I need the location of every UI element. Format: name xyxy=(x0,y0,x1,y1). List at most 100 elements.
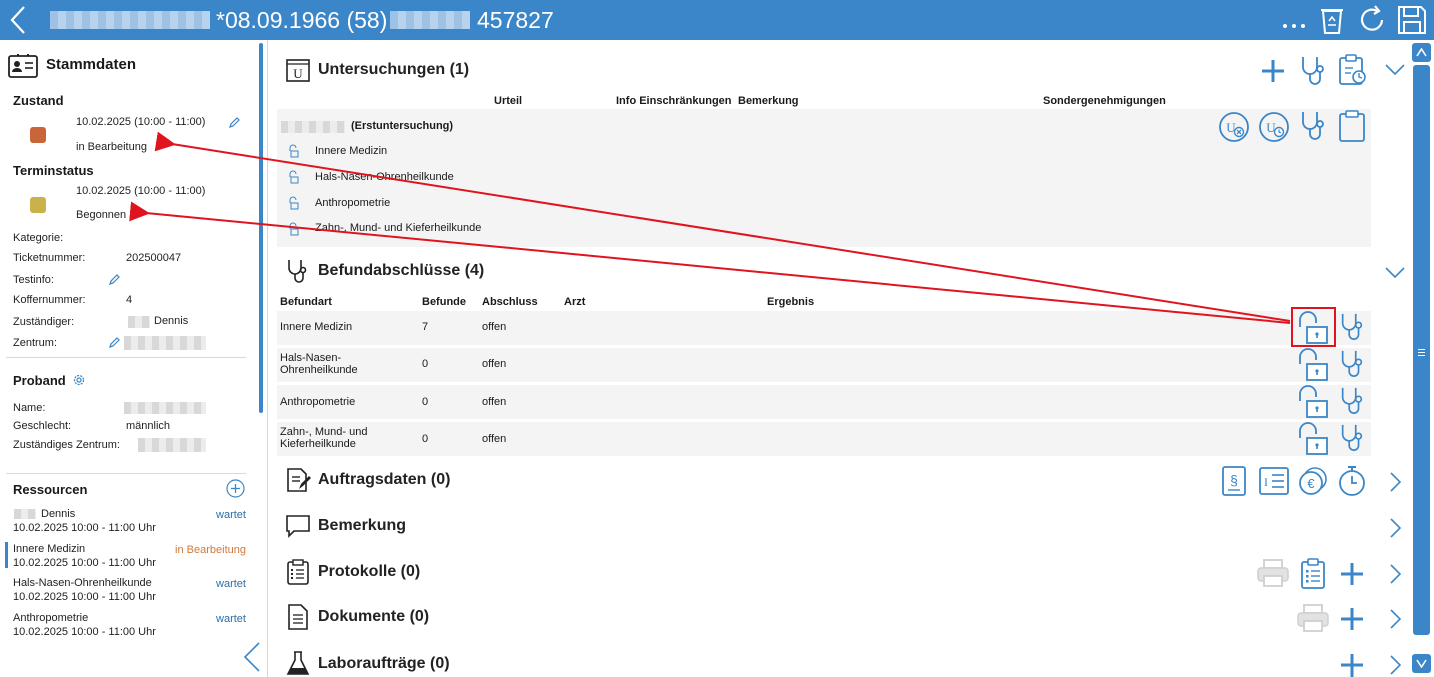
column-header: Urteil xyxy=(494,95,523,107)
protokolle-title[interactable]: Protokolle (0) xyxy=(318,563,420,581)
column-header: Befunde xyxy=(422,296,466,308)
printer-icon[interactable] xyxy=(1296,603,1330,633)
befund-art: Anthropometrie xyxy=(280,396,356,408)
resource-item[interactable]: Dennis 10.02.2025 10:00 - 11:00 Uhr wart… xyxy=(6,506,252,536)
befund-count: 7 xyxy=(422,321,429,333)
befund-row[interactable] xyxy=(277,311,1371,345)
befund-abschluss: offen xyxy=(482,396,507,408)
kategorie-label: Kategorie: xyxy=(13,232,64,244)
expand-chevron-icon[interactable] xyxy=(1388,608,1402,630)
add-icon[interactable] xyxy=(1260,58,1286,84)
collapse-chevron-icon[interactable] xyxy=(1384,265,1406,279)
left-scrollbar[interactable] xyxy=(259,43,263,413)
unlock-icon[interactable] xyxy=(1295,348,1331,382)
clipboard-clock-icon[interactable] xyxy=(1337,54,1367,86)
main-scrollbar[interactable] xyxy=(1412,40,1432,677)
add-circle-icon[interactable] xyxy=(226,479,245,498)
save-icon[interactable] xyxy=(1396,4,1428,36)
edit-pencil-icon[interactable] xyxy=(228,116,241,129)
resource-status: wartet xyxy=(216,613,246,625)
refresh-icon[interactable] xyxy=(1356,4,1388,36)
resource-item[interactable]: Hals-Nasen-Ohrenheilkunde 10.02.2025 10:… xyxy=(6,575,252,605)
befund-row[interactable] xyxy=(277,385,1371,419)
bemerkung-title[interactable]: Bemerkung xyxy=(318,517,406,535)
checklist-icon[interactable] xyxy=(1299,558,1327,590)
stethoscope-icon[interactable] xyxy=(1338,348,1366,380)
zustaendiger-label: Zuständiger: xyxy=(13,316,75,328)
exam-subitem: Anthropometrie xyxy=(315,197,391,209)
befund-row[interactable] xyxy=(277,348,1371,382)
geschlecht-label: Geschlecht: xyxy=(13,420,72,432)
clipboard-icon[interactable] xyxy=(1337,109,1367,143)
resource-time: 10.02.2025 10:00 - 11:00 Uhr xyxy=(13,522,156,534)
stopwatch-icon[interactable] xyxy=(1337,464,1367,498)
unlock-icon[interactable] xyxy=(1295,422,1331,456)
terminstatus-time: 10.02.2025 (10:00 - 11:00) xyxy=(76,185,206,197)
auftragsdaten-title[interactable]: Auftragsdaten (0) xyxy=(318,471,450,489)
scroll-down-icon xyxy=(1416,659,1427,668)
stethoscope-icon[interactable] xyxy=(1338,311,1366,343)
scroll-up-button[interactable] xyxy=(1412,43,1431,62)
redacted-text xyxy=(281,121,345,133)
column-header: Sondergenehmigungen xyxy=(1043,95,1166,107)
patient-id-redacted xyxy=(390,11,470,29)
svg-text:€: € xyxy=(1307,476,1315,491)
document-icon xyxy=(288,604,308,630)
edit-pencil-icon[interactable] xyxy=(108,336,121,349)
ticketnummer-value: 202500047 xyxy=(126,252,182,264)
redacted-text xyxy=(14,509,36,519)
expand-chevron-icon[interactable] xyxy=(1388,517,1402,539)
list-document-icon[interactable]: I xyxy=(1258,466,1290,496)
befund-abschluss: offen xyxy=(482,358,507,370)
laborauftraege-title[interactable]: Laboraufträge (0) xyxy=(318,655,450,673)
recycle-bin-icon[interactable] xyxy=(1316,4,1348,36)
scroll-down-button[interactable] xyxy=(1412,654,1431,673)
redacted-text xyxy=(124,336,206,350)
patient-name-redacted xyxy=(50,11,210,29)
exam-subitem: Hals-Nasen-Ohrenheilkunde xyxy=(315,171,454,183)
zustaendiges-zentrum-label: Zuständiges Zentrum: xyxy=(13,439,120,451)
stethoscope-icon[interactable] xyxy=(1298,110,1328,142)
settings-gear-icon[interactable] xyxy=(72,373,86,387)
collapse-panel-chevron-icon[interactable] xyxy=(242,641,262,673)
unlock-small-icon xyxy=(289,196,299,210)
add-icon[interactable] xyxy=(1339,606,1365,632)
resource-item[interactable]: Innere Medizin 10.02.2025 10:00 - 11:00 … xyxy=(6,541,252,571)
befund-art: Innere Medizin xyxy=(280,321,353,333)
euro-coins-icon[interactable]: € xyxy=(1298,466,1328,496)
column-header: Ergebnis xyxy=(767,296,815,308)
stethoscope-icon xyxy=(288,260,307,283)
back-arrow-icon[interactable] xyxy=(6,4,32,36)
stethoscope-icon[interactable] xyxy=(1298,55,1328,87)
befund-count: 0 xyxy=(422,433,429,445)
zustand-time: 10.02.2025 (10:00 - 11:00) xyxy=(76,116,206,128)
dokumente-title[interactable]: Dokumente (0) xyxy=(318,608,429,626)
exam-type-label: (Erstuntersuchung) xyxy=(351,120,454,132)
untersuchungen-title[interactable]: Untersuchungen (1) xyxy=(318,61,469,79)
divider xyxy=(6,473,246,474)
befundabschluesse-title[interactable]: Befundabschlüsse (4) xyxy=(318,262,484,280)
befund-row[interactable] xyxy=(277,422,1371,456)
zustand-color-indicator xyxy=(30,127,46,143)
add-icon[interactable] xyxy=(1339,652,1365,677)
printer-icon[interactable] xyxy=(1256,558,1290,588)
stethoscope-icon[interactable] xyxy=(1338,385,1366,417)
more-icon[interactable] xyxy=(1278,4,1310,36)
edit-pencil-icon[interactable] xyxy=(108,273,121,286)
legal-document-icon[interactable]: § xyxy=(1220,465,1248,497)
add-icon[interactable] xyxy=(1339,561,1365,587)
collapse-chevron-icon[interactable] xyxy=(1384,62,1406,76)
expand-chevron-icon[interactable] xyxy=(1388,471,1402,493)
expand-chevron-icon[interactable] xyxy=(1388,563,1402,585)
document-edit-icon xyxy=(287,468,311,492)
highlight-box xyxy=(1291,307,1336,347)
unlock-icon[interactable] xyxy=(1295,385,1331,419)
checklist-clipboard-icon xyxy=(287,559,309,585)
exam-history-icon[interactable]: U xyxy=(1258,111,1290,143)
stethoscope-icon[interactable] xyxy=(1338,422,1366,454)
exam-cancel-icon[interactable]: U xyxy=(1218,111,1250,143)
divider xyxy=(6,357,246,358)
expand-chevron-icon[interactable] xyxy=(1388,654,1402,676)
resource-item[interactable]: Anthropometrie 10.02.2025 10:00 - 11:00 … xyxy=(6,610,252,640)
scroll-thumb[interactable] xyxy=(1413,65,1430,635)
